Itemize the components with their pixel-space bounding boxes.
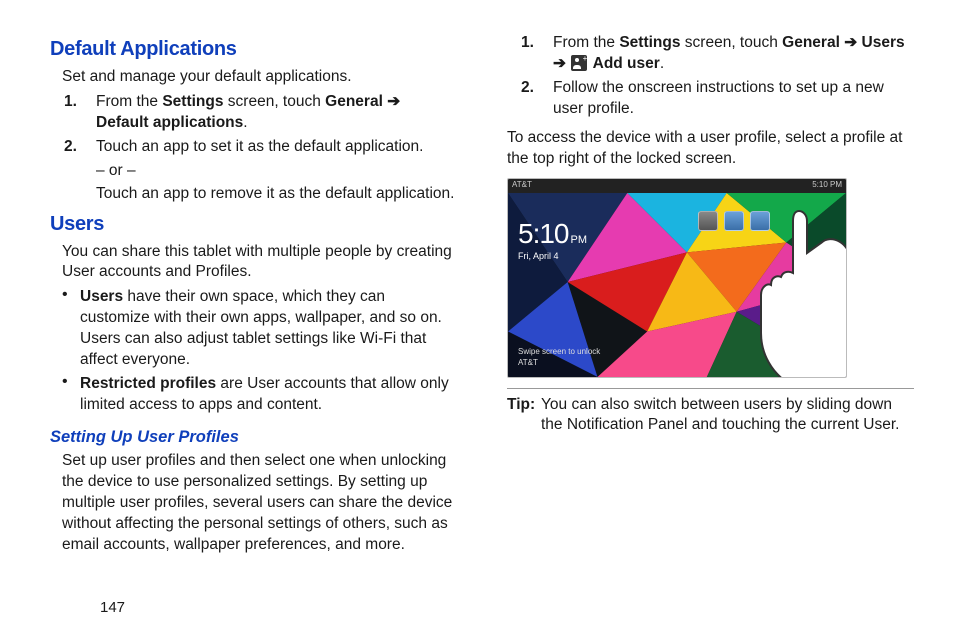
step-body: Touch an app to set it as the default ap… — [96, 137, 457, 158]
period: . — [243, 114, 247, 131]
step-body: From the Settings screen, touch General … — [553, 33, 914, 75]
text: screen, touch — [223, 93, 325, 110]
text: screen, touch — [680, 34, 782, 51]
step-number: 1. — [64, 92, 96, 134]
left-column: Default Applications Set and manage your… — [50, 30, 457, 626]
period: . — [660, 55, 664, 72]
bullet-dot: • — [62, 374, 80, 416]
step-1-default: 1. From the Settings screen, touch Gener… — [64, 92, 457, 134]
arrow-icon: ➔ — [553, 55, 566, 72]
bullet-dot: • — [62, 287, 80, 371]
heading-setting-up-profiles: Setting Up User Profiles — [50, 426, 457, 448]
step-body: Follow the onscreen instructions to set … — [553, 78, 914, 120]
clock-date: Fri, April 4 — [518, 250, 587, 262]
add-user-icon: + — [571, 55, 587, 71]
step-number: 2. — [521, 78, 553, 120]
carrier-label: AT&T — [512, 180, 532, 191]
page-number: 147 — [100, 598, 125, 618]
bold-users: Users — [80, 288, 123, 305]
bullet-users: • Users have their own space, which they… — [62, 287, 457, 371]
avatar-owner — [698, 211, 718, 231]
intro-profiles: Set up user profiles and then select one… — [50, 451, 457, 556]
bold-general: General — [782, 34, 840, 51]
lock-clock-block: 5:10PM Fri, April 4 — [518, 215, 587, 263]
text: have their own space, which they can cus… — [80, 288, 442, 368]
divider — [507, 388, 914, 389]
step-2-alt: Touch an app to remove it as the default… — [96, 184, 457, 205]
step-number: 1. — [521, 33, 553, 75]
bold-settings: Settings — [619, 34, 680, 51]
bold-add-user: Add user — [593, 55, 660, 72]
swipe-hint: Swipe screen to unlock AT&T — [518, 347, 600, 369]
tip-label: Tip: — [507, 395, 541, 437]
bullet-body: Restricted profiles are User accounts th… — [80, 374, 457, 416]
status-bar: AT&T 5:10 PM — [508, 179, 846, 193]
step-2-default: 2. Touch an app to set it as the default… — [64, 137, 457, 158]
intro-users: You can share this tablet with multiple … — [50, 242, 457, 284]
heading-users: Users — [50, 211, 457, 238]
right-column: 1. From the Settings screen, touch Gener… — [507, 30, 914, 626]
bullet-body: Users have their own space, which they c… — [80, 287, 457, 371]
pointing-hand-icon — [741, 203, 847, 378]
bold-settings: Settings — [162, 93, 223, 110]
tip-block: Tip: You can also switch between users b… — [507, 395, 914, 437]
status-time: 5:10 PM — [812, 180, 842, 191]
text: From the — [553, 34, 619, 51]
clock-pm: PM — [571, 234, 588, 246]
step-1-adduser: 1. From the Settings screen, touch Gener… — [521, 33, 914, 75]
bold-users: Users — [862, 34, 905, 51]
access-profile-text: To access the device with a user profile… — [507, 128, 914, 170]
bold-general: General — [325, 93, 383, 110]
step-body: From the Settings screen, touch General … — [96, 92, 457, 134]
bold-default-applications: Default applications — [96, 114, 243, 131]
step-2-adduser: 2. Follow the onscreen instructions to s… — [521, 78, 914, 120]
clock-time: 5:10 — [518, 218, 569, 249]
bold-restricted: Restricted profiles — [80, 375, 216, 392]
intro-default-apps: Set and manage your default applications… — [50, 67, 457, 88]
or-separator: – or – — [96, 161, 457, 182]
lockscreen-wallpaper: 5:10PM Fri, April 4 Swipe screen to unlo… — [508, 193, 846, 377]
heading-default-applications: Default Applications — [50, 36, 457, 63]
lockscreen-figure: AT&T 5:10 PM — [507, 178, 847, 378]
text: From the — [96, 93, 162, 110]
step-number: 2. — [64, 137, 96, 158]
arrow-icon: ➔ — [844, 34, 857, 51]
bullet-restricted: • Restricted profiles are User accounts … — [62, 374, 457, 416]
tip-text: You can also switch between users by sli… — [541, 395, 914, 437]
arrow-icon: ➔ — [387, 93, 400, 110]
